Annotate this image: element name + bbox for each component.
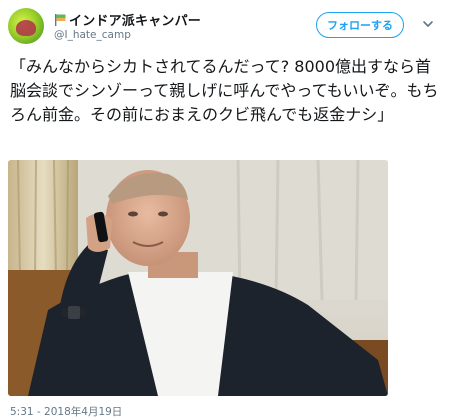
tweet-timestamp[interactable]: 5:31 - 2018年4月19日 xyxy=(10,404,122,419)
author-handle[interactable]: @I_hate_camp xyxy=(54,29,131,41)
photo-illustration xyxy=(8,160,388,396)
author-display-name[interactable]: インドア派キャンパー xyxy=(69,10,201,29)
follow-button[interactable]: フォローする xyxy=(316,12,404,38)
avatar[interactable] xyxy=(8,8,44,44)
flag-icon xyxy=(55,13,66,26)
author-name-line[interactable]: インドア派キャンパー xyxy=(54,10,201,29)
tweet-text: 「みんなからシカトされてるんだって? 8000億出すなら首脳会談でシンゾーって親… xyxy=(10,57,439,124)
tweet-photo[interactable] xyxy=(8,160,388,396)
chevron-down-icon[interactable] xyxy=(422,18,434,30)
